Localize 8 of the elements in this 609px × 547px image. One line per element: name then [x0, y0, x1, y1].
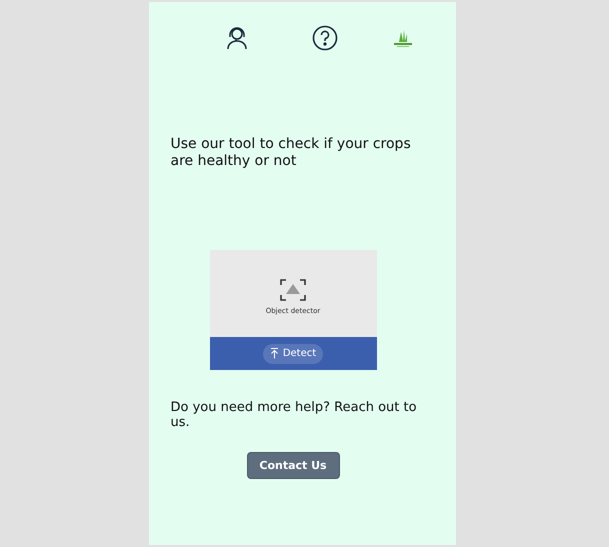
contact-button[interactable]: Contact Us — [246, 452, 340, 479]
headset-icon[interactable] — [224, 26, 248, 50]
intro-text: Use our tool to check if your crops are healthy or not — [170, 136, 412, 170]
help-text: Do you need more help? Reach out to us. — [170, 400, 418, 430]
help-icon[interactable] — [312, 25, 338, 51]
detect-button[interactable]: Detect — [262, 344, 324, 364]
upload-icon — [270, 348, 279, 359]
object-detector-icon — [280, 278, 306, 300]
